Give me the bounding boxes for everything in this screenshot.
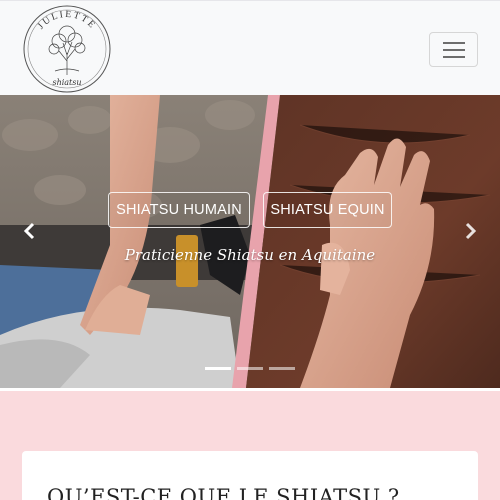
shiatsu-equin-button[interactable]: SHIATSU EQUIN <box>263 192 392 228</box>
svg-text:JULIETTE: JULIETTE <box>36 10 97 32</box>
navbar-toggler-button[interactable] <box>429 32 478 67</box>
svg-text:shiatsu: shiatsu <box>52 78 81 87</box>
hero-image <box>0 95 500 388</box>
hero-tagline: Praticienne Shiatsu en Aquitaine <box>124 246 376 264</box>
section-heading: QU’EST-CE QUE LE SHIATSU ? <box>47 485 400 500</box>
navbar: JULIETTE shiatsu <box>0 0 500 95</box>
about-section: QU’EST-CE QUE LE SHIATSU ? <box>0 388 500 500</box>
carousel-indicator-3[interactable] <box>269 367 295 370</box>
shiatsu-humain-button[interactable]: SHIATSU HUMAIN <box>108 192 250 228</box>
carousel-indicator-1[interactable] <box>205 367 231 370</box>
carousel-indicator-2[interactable] <box>237 367 263 370</box>
hamburger-icon <box>443 42 465 44</box>
brand-logo[interactable]: JULIETTE shiatsu <box>21 5 113 93</box>
carousel-indicators <box>205 367 297 371</box>
hero-carousel: SHIATSU HUMAIN SHIATSU EQUIN Praticienne… <box>0 95 500 388</box>
about-card: QU’EST-CE QUE LE SHIATSU ? <box>22 451 478 500</box>
